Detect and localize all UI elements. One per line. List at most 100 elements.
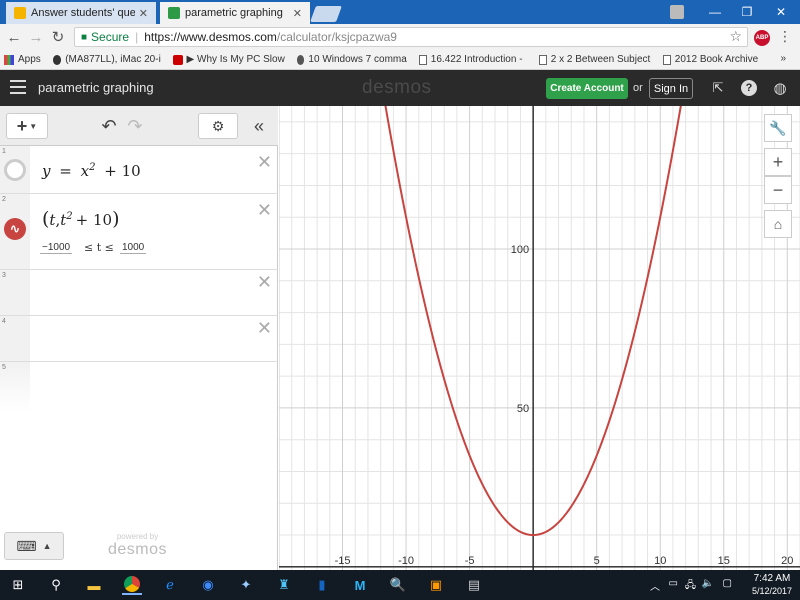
bookmark-imac[interactable]: (MA877LL), iMac 20-i [52,54,161,65]
delete-expression-icon[interactable]: ✕ [257,152,272,173]
restore-icon[interactable]: ❐ [730,0,764,24]
sign-in-button[interactable]: Sign In [649,78,693,99]
app-icon[interactable]: M [350,575,370,595]
file-explorer-icon[interactable]: ▬ [84,575,104,595]
reload-icon[interactable]: ↻ [48,27,68,47]
clock-time: 7:42 AM [753,573,791,584]
new-tab-button[interactable] [310,6,342,22]
close-icon[interactable]: ✕ [139,7,148,20]
parameter-min-input[interactable]: −1000 [40,242,73,254]
x-tick-label: -10 [398,555,414,567]
parametric-curve-icon[interactable]: ∿ [4,218,26,240]
expression-number: 1 [2,148,6,155]
x-tick-label: -5 [465,555,475,567]
bookmark-pc-slow[interactable]: ▶ Why Is My PC Slow [172,54,285,65]
bookmark-windows7[interactable]: 10 Windows 7 comma [296,54,407,65]
magnifier-icon[interactable]: 🔍 [388,575,408,595]
expression-row[interactable]: 1 y = x2 + 10 ✕ [0,146,278,194]
graph-canvas[interactable]: -15-10-55101520501000 [279,106,800,570]
app-icon[interactable]: ▤ [464,575,484,595]
zoom-out-icon[interactable]: − [764,176,792,204]
close-icon[interactable]: ✕ [293,7,302,20]
add-item-button[interactable]: + ▼ [6,113,48,139]
document-icon [538,54,547,65]
expression-number: 3 [2,272,6,279]
url-host: https://www.desmos.com [144,30,277,44]
adblock-icon[interactable]: ABP [754,30,770,46]
tab-parametric-graphing[interactable]: parametric graphing ✕ [160,2,310,24]
apps-grid-icon [4,54,14,65]
app-icon[interactable]: ◉ [198,575,218,595]
zoom-in-icon[interactable]: + [764,148,792,176]
delete-expression-icon[interactable]: ✕ [257,272,272,293]
app-icon[interactable]: ♜ [274,575,294,595]
bookmark-2012-book[interactable]: 2012 Book Archive [662,54,759,65]
math-token: ) [112,208,120,230]
tray-chevron-up-icon[interactable]: ︿ [650,578,660,593]
bookmark-apps[interactable]: Apps [4,54,41,65]
expression-math[interactable]: y = x2 + 10 [42,162,141,180]
collapse-panel-icon[interactable]: « [248,113,270,139]
site-icon [52,54,62,65]
keyboard-toggle-button[interactable]: ⌨ ▲ [4,532,64,560]
edge-icon[interactable]: ℯ [160,575,180,595]
tray-app-icon[interactable]: ▭ [669,578,678,589]
share-icon[interactable]: ⇱ [710,80,726,96]
delete-expression-icon[interactable]: ✕ [257,200,272,221]
url-input[interactable]: ■ Secure | https://www.desmos.com /calcu… [74,27,748,47]
tray-clock[interactable]: 7:42 AM 5/12/2017 [752,573,792,597]
chrome-icon[interactable] [122,575,142,595]
power-icon [172,54,183,65]
expression-row[interactable]: 2 ∿ (t,t2 + 10) −1000 ≤ t ≤ 1000 ✕ [0,194,278,270]
powered-by-desmos[interactable]: powered by desmos [108,532,167,559]
app-icon[interactable]: ✦ [236,575,256,595]
expression-row[interactable]: 4 ✕ [0,316,278,362]
notifications-icon[interactable]: ▢ [723,578,732,589]
network-icon[interactable]: 🖧 [685,578,696,595]
chrome-menu-icon[interactable]: ⋮ [778,28,792,45]
search-icon[interactable]: ⚲ [46,575,66,595]
tab-favicon-icon [168,7,180,19]
bookmark-2x2[interactable]: 2 x 2 Between Subject [538,54,651,65]
parameter-max-input[interactable]: 1000 [120,242,147,254]
windows-start-icon[interactable]: ⊞ [8,575,28,595]
document-icon [662,54,671,65]
graph-settings-wrench-icon[interactable]: 🔧 [764,114,792,142]
delete-expression-icon[interactable]: ✕ [257,318,272,339]
browser-tab-strip: Answer students' questio ✕ parametric gr… [0,0,800,24]
graph-paper[interactable]: -15-10-55101520501000 🔧 + − ⌂ [279,106,800,570]
redo-icon[interactable]: ↷ [124,113,146,139]
math-token: x [80,162,90,180]
back-icon[interactable]: ← [4,27,24,47]
minimize-icon[interactable]: — [698,0,732,24]
expression-row[interactable]: 3 ✕ [0,270,278,316]
help-icon[interactable]: ? [741,80,757,96]
create-account-button[interactable]: Create Account [546,78,628,99]
expression-row[interactable]: 5 [0,362,278,412]
profile-icon[interactable] [660,0,694,24]
x-tick-label: 10 [654,555,666,567]
app-icon[interactable]: ▣ [426,575,446,595]
bookmarks-overflow-icon[interactable]: » [780,53,786,64]
undo-icon[interactable]: ↶ [98,113,120,139]
expression-number: 4 [2,318,6,325]
bookmark-label: 2012 Book Archive [674,54,759,65]
address-bar-row: ← → ↻ ■ Secure | https://www.desmos.com … [0,24,800,50]
settings-gear-icon[interactable]: ⚙ [198,113,238,139]
bookmark-16422[interactable]: 16.422 Introduction - [418,54,527,65]
math-token: = [59,162,72,180]
x-tick-label: -15 [335,555,351,567]
volume-icon[interactable]: 🔈 [702,578,714,589]
bookmarks-bar: Apps (MA877LL), iMac 20-i ▶ Why Is My PC… [0,50,800,70]
graph-title[interactable]: parametric graphing [38,80,154,95]
expression-math[interactable]: (t,t2 + 10) [42,208,120,230]
hamburger-menu-icon[interactable] [10,80,26,94]
home-icon[interactable]: ⌂ [764,210,792,238]
toggle-visibility-icon[interactable] [4,159,26,181]
close-window-icon[interactable]: ✕ [764,0,798,24]
language-globe-icon[interactable]: ◍ [772,80,788,97]
tab-answer-students[interactable]: Answer students' questio ✕ [6,2,156,24]
forward-icon[interactable]: → [26,27,46,47]
bookmark-star-icon[interactable]: ☆ [729,28,742,45]
app-icon[interactable]: ▮ [312,575,332,595]
